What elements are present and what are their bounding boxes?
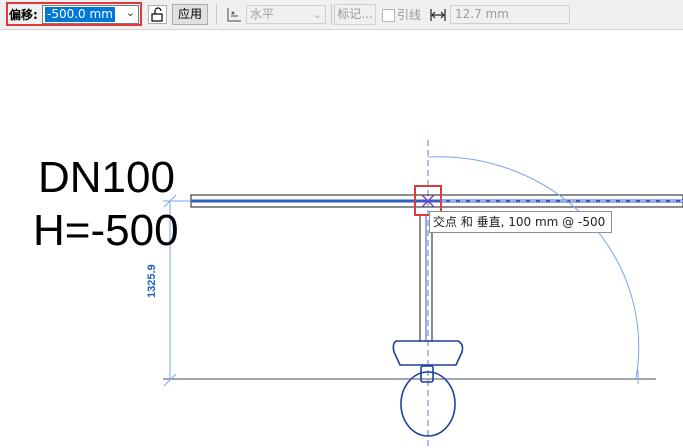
offset-value[interactable]: -500.0 mm (45, 7, 115, 22)
lock-icon[interactable] (148, 5, 167, 24)
toilet-connector (420, 365, 434, 383)
offset-label: 偏移: (9, 8, 38, 22)
dimension-value[interactable]: 1325.9 (146, 264, 158, 298)
leader-checkbox[interactable] (382, 9, 395, 22)
offset-dropdown[interactable]: -500.0 mm ⌄ (42, 5, 139, 24)
pipe-height-label: H=-500 (33, 206, 179, 255)
chevron-down-icon[interactable]: ⌄ (126, 6, 135, 19)
tag-button[interactable]: 标记... (334, 4, 376, 25)
toolbar-separator (216, 4, 217, 25)
dimension-length-icon (429, 7, 447, 23)
orientation-value: 水平 (250, 7, 275, 21)
options-bar: 偏移: -500.0 mm ⌄ 应用 水平 ⌄ 标记... 引线 12.7 mm (0, 0, 683, 30)
pipe-size-label: DN100 (38, 153, 175, 202)
chevron-down-icon[interactable]: ⌄ (313, 6, 322, 23)
toolbar-separator (331, 4, 332, 25)
leader-length-field[interactable]: 12.7 mm (450, 5, 570, 24)
apply-button[interactable]: 应用 (172, 4, 208, 25)
snap-tooltip: 交点 和 垂直, 100 mm @ -500 (429, 211, 612, 233)
orientation-dropdown[interactable]: 水平 ⌄ (246, 5, 326, 24)
swing-arc (427, 156, 640, 379)
orientation-icon (225, 6, 243, 24)
leader-label: 引线 (397, 8, 422, 22)
